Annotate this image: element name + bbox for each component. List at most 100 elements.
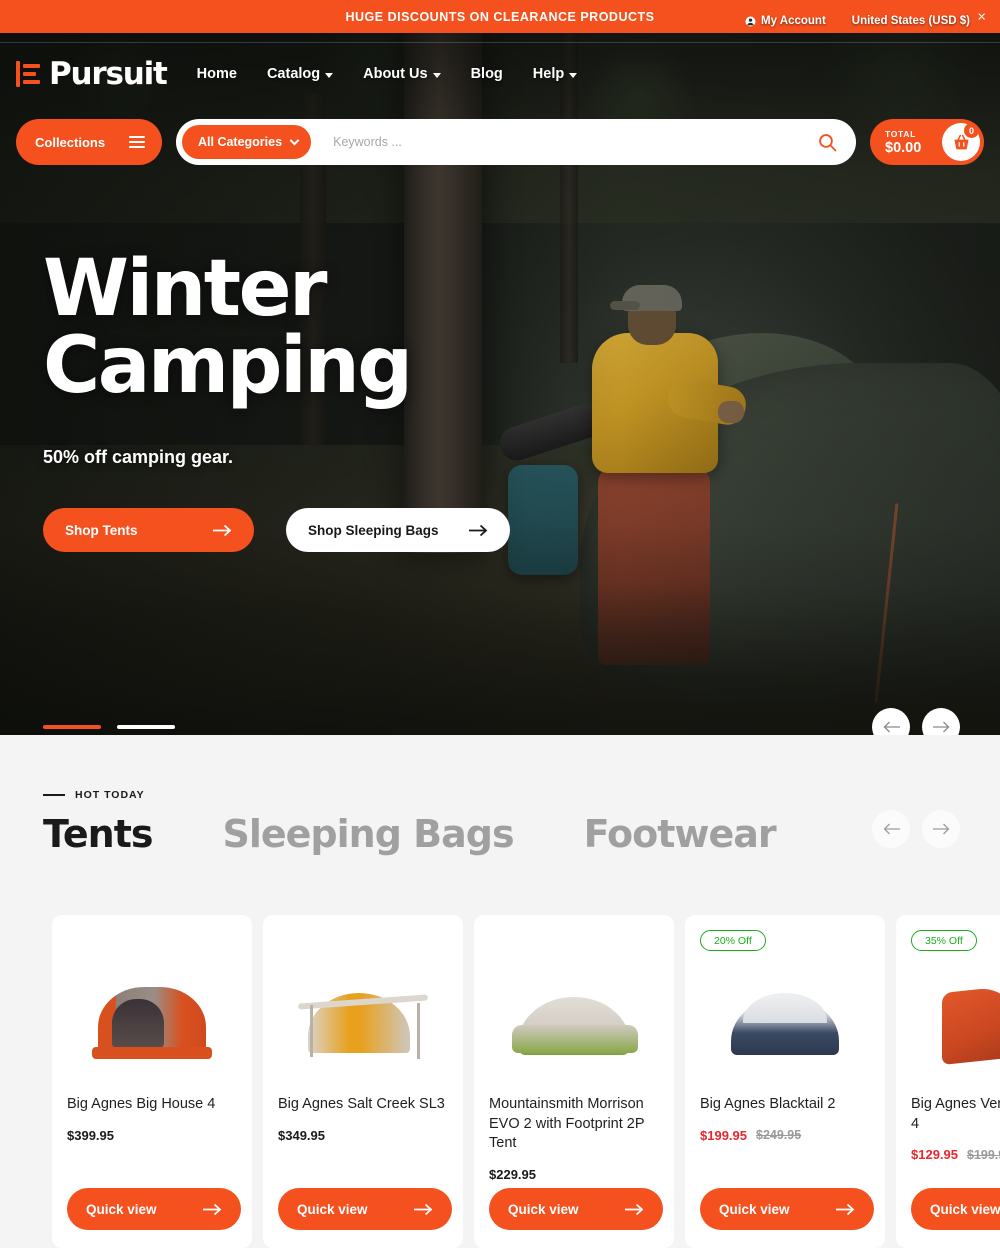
quick-view-button[interactable]: Quick view — [911, 1188, 1000, 1230]
product-card[interactable]: Mountainsmith Morrison EVO 2 with Footpr… — [474, 915, 674, 1248]
shop-tents-label: Shop Tents — [65, 522, 138, 538]
product-image — [896, 949, 1000, 1089]
eyebrow-label: HOT TODAY — [75, 789, 145, 801]
main-navigation: Pursuit Home Catalog About Us Blog Help — [0, 48, 1000, 100]
product-title: Mountainsmith Morrison EVO 2 with Footpr… — [489, 1096, 645, 1152]
category-label: All Categories — [198, 135, 283, 149]
brand-logo[interactable]: Pursuit — [16, 56, 168, 92]
arrow-right-icon — [203, 1203, 222, 1215]
product-carousel: Big Agnes Big House 4 $399.95 Quick view — [52, 915, 1000, 1248]
arrow-right-icon — [625, 1203, 644, 1215]
quick-view-label: Quick view — [508, 1201, 579, 1217]
brand-name: Pursuit — [49, 56, 168, 92]
quick-view-button[interactable]: Quick view — [700, 1188, 874, 1230]
quick-view-label: Quick view — [297, 1201, 368, 1217]
product-card[interactable]: Big Agnes Big House 4 $399.95 Quick view — [52, 915, 252, 1248]
hero-next-button[interactable] — [922, 708, 960, 735]
nav-item-help-label: Help — [532, 66, 565, 82]
nav-item-about-us-label: About Us — [363, 66, 428, 82]
product-price: $349.95 — [278, 1127, 325, 1143]
product-image — [685, 949, 885, 1089]
arrow-right-icon — [213, 524, 232, 537]
product-info: Mountainsmith Morrison EVO 2 with Footpr… — [489, 1095, 663, 1182]
cart-total-label: TOTAL — [885, 128, 917, 139]
product-title: Big Agnes Salt Creek SL3 — [278, 1096, 445, 1112]
products-carousel-controls — [872, 810, 960, 848]
quick-view-button[interactable]: Quick view — [489, 1188, 663, 1230]
nav-item-blog[interactable]: Blog — [471, 66, 503, 82]
product-compare-price: $249.95 — [756, 1128, 802, 1143]
product-price-row: $229.95 — [489, 1167, 663, 1182]
nav-item-home-label: Home — [196, 66, 237, 82]
search-row: Collections All Categories TOTAL $0.00 — [16, 119, 984, 165]
quick-view-button[interactable]: Quick view — [278, 1188, 452, 1230]
arrow-right-icon — [932, 721, 949, 733]
product-compare-price: $199.95 — [967, 1147, 1000, 1162]
nav-item-home[interactable]: Home — [197, 66, 237, 82]
tab-tents[interactable]: Tents — [43, 812, 153, 856]
product-card[interactable]: 35% Off Big Agnes Ventana House 4 $129.9… — [896, 915, 1000, 1248]
tent-green-gray-icon — [504, 979, 644, 1071]
cart-count-badge: 0 — [964, 123, 979, 138]
nav-item-help[interactable]: Help — [532, 66, 578, 82]
my-account-link[interactable]: My Account — [745, 15, 826, 27]
search-input[interactable] — [311, 135, 810, 149]
tab-sleeping-bags[interactable]: Sleeping Bags — [222, 812, 514, 856]
arrow-right-icon — [836, 1203, 855, 1215]
nav-item-catalog-label: Catalog — [266, 66, 321, 82]
nav-item-about-us[interactable]: About Us — [363, 66, 441, 82]
hero-dot-1[interactable] — [43, 725, 101, 729]
tent-navy-white-icon — [721, 983, 849, 1071]
nav-item-catalog[interactable]: Catalog — [266, 66, 334, 82]
hero-dot-2[interactable] — [117, 725, 175, 729]
product-card[interactable]: Big Agnes Salt Creek SL3 $349.95 Quick v… — [263, 915, 463, 1248]
product-image — [263, 949, 463, 1089]
products-prev-button[interactable] — [872, 810, 910, 848]
product-info: Big Agnes Big House 4 $399.95 — [67, 1095, 241, 1143]
tab-footwear[interactable]: Footwear — [584, 812, 777, 856]
arrow-right-icon — [414, 1203, 433, 1215]
nav-links: Home Catalog About Us Blog Help — [197, 66, 578, 82]
hero-title: Winter Camping — [43, 244, 603, 412]
region-label: United States (USD $) — [851, 15, 970, 27]
arrow-left-icon — [883, 823, 900, 835]
hero-prev-button[interactable] — [872, 708, 910, 735]
product-card[interactable]: 20% Off Big Agnes Blacktail 2 $199.95 $2… — [685, 915, 885, 1248]
products-next-button[interactable] — [922, 810, 960, 848]
hero-title-line-2: Camping — [43, 321, 413, 412]
search-icon — [818, 133, 836, 151]
search-bar: All Categories — [176, 119, 856, 165]
shop-sleeping-bags-button[interactable]: Shop Sleeping Bags — [286, 508, 510, 553]
user-circle-icon — [745, 15, 756, 27]
product-price-row: $199.95 $249.95 — [700, 1128, 874, 1143]
tent-orange-tarp-icon — [936, 977, 1000, 1069]
collections-label: Collections — [35, 134, 106, 150]
product-title: Big Agnes Blacktail 2 — [700, 1096, 836, 1112]
cart-button[interactable]: TOTAL $0.00 0 — [870, 119, 984, 165]
arrow-left-icon — [883, 721, 900, 733]
quick-view-button[interactable]: Quick view — [67, 1188, 241, 1230]
shop-sleeping-bags-label: Shop Sleeping Bags — [308, 522, 439, 538]
hero-title-line-1: Winter — [43, 244, 327, 334]
eyebrow-dash — [43, 794, 65, 796]
hero-pagination[interactable] — [43, 725, 175, 729]
product-price-row: $349.95 — [278, 1128, 452, 1143]
cart-icon-wrapper: 0 — [942, 123, 980, 161]
product-image — [52, 949, 252, 1089]
product-price-row: $129.95 $199.95 — [911, 1147, 1000, 1162]
arrow-right-icon — [932, 823, 949, 835]
chevron-down-icon — [432, 72, 441, 78]
product-info: Big Agnes Blacktail 2 $199.95 $249.95 — [700, 1095, 874, 1143]
search-button[interactable] — [810, 125, 844, 159]
hero-subtitle: 50% off camping gear. — [43, 447, 234, 468]
region-selector[interactable]: United States (USD $) — [852, 15, 970, 27]
product-info: Big Agnes Ventana House 4 $129.95 $199.9… — [911, 1095, 1000, 1162]
shop-tents-button[interactable]: Shop Tents — [43, 508, 254, 553]
chevron-down-icon — [289, 135, 300, 146]
category-select[interactable]: All Categories — [182, 125, 312, 159]
product-price: $129.95 — [911, 1147, 958, 1163]
quick-view-label: Quick view — [86, 1201, 157, 1217]
page-root: HUGE DISCOUNTS ON CLEARANCE PRODUCTS × W… — [0, 0, 1000, 1248]
category-tabs: Tents Sleeping Bags Footwear — [43, 812, 777, 856]
collections-button[interactable]: Collections — [16, 119, 162, 165]
